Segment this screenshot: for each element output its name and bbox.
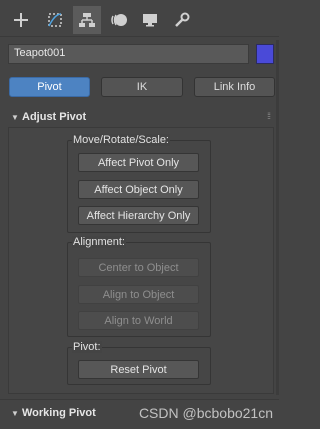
object-name-field[interactable]: Teapot001 [8,44,249,64]
chevron-down-icon: ▼ [11,408,19,418]
hierarchy-icon[interactable] [73,6,101,34]
command-panel-toolbar [0,0,279,40]
display-icon[interactable] [136,6,164,34]
toolbar-divider [0,36,279,37]
create-icon[interactable] [7,6,35,34]
tab-ik[interactable]: IK [101,77,183,97]
panel-scrollbar[interactable] [276,40,279,395]
center-to-object-button[interactable]: Center to Object [78,258,199,277]
tab-link-info[interactable]: Link Info [194,77,275,97]
watermark-text: CSDN @bcbobo21cn [138,405,273,421]
rollout-divider [0,399,279,400]
chevron-down-icon: ▼ [11,112,19,122]
adjust-pivot-title: Adjust Pivot [22,111,87,123]
rollout-grip-icon: ⁞⁞ [266,111,271,121]
move-rotate-scale-label: Move/Rotate/Scale: [72,134,170,146]
working-pivot-title: Working Pivot [22,407,96,419]
utilities-icon[interactable] [168,6,196,34]
motion-icon[interactable] [105,6,133,34]
affect-object-only-button[interactable]: Affect Object Only [78,180,199,199]
modify-icon[interactable] [41,6,69,34]
affect-hierarchy-only-button[interactable]: Affect Hierarchy Only [78,206,199,225]
pivot-label: Pivot: [72,341,102,353]
tab-pivot[interactable]: Pivot [9,77,90,97]
reset-pivot-button[interactable]: Reset Pivot [78,360,199,379]
align-to-world-button[interactable]: Align to World [78,311,199,330]
affect-pivot-only-button[interactable]: Affect Pivot Only [78,153,199,172]
object-color-swatch[interactable] [256,44,274,64]
align-to-object-button[interactable]: Align to Object [78,285,199,304]
alignment-label: Alignment: [72,236,126,248]
adjust-pivot-rollout-header[interactable]: ▼ Adjust Pivot ⁞⁞ [8,108,274,126]
